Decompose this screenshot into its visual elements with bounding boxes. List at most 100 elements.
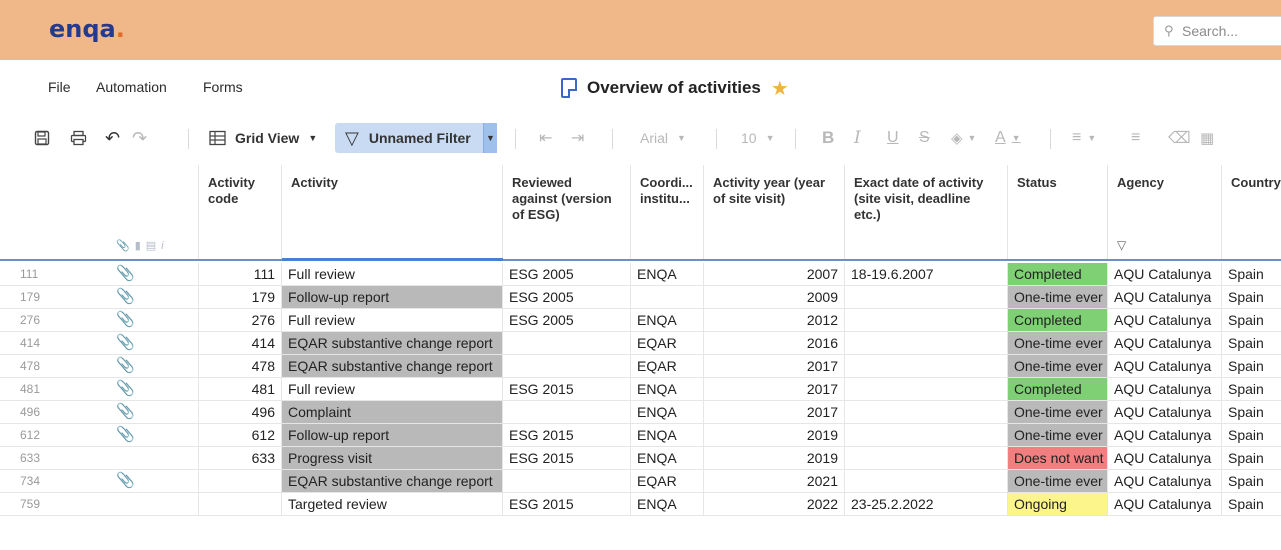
paperclip-icon[interactable]: 📎 xyxy=(114,334,135,351)
clear-format-icon[interactable]: ⌫ xyxy=(1168,120,1191,156)
attachment-cell[interactable]: 📎 xyxy=(110,424,199,446)
cell-activity-code[interactable]: 633 xyxy=(199,447,282,469)
row-number[interactable]: 276 xyxy=(0,309,110,331)
cell-status[interactable]: One-time ever xyxy=(1008,286,1108,308)
cell-country[interactable]: Spain xyxy=(1222,447,1281,469)
attachment-cell[interactable]: 📎 xyxy=(110,378,199,400)
cell-activity-year[interactable]: 2017 xyxy=(704,378,845,400)
cell-coordinating[interactable]: ENQA xyxy=(631,447,704,469)
indent-icon[interactable]: ⇥ xyxy=(571,120,584,156)
favorite-star-icon[interactable]: ★ xyxy=(771,76,789,101)
cell-reviewed[interactable]: ESG 2015 xyxy=(503,378,631,400)
cell-activity-year[interactable]: 2017 xyxy=(704,355,845,377)
cell-exact-date[interactable] xyxy=(845,309,1008,331)
paperclip-icon[interactable]: 📎 xyxy=(114,472,135,489)
cell-country[interactable]: Spain xyxy=(1222,263,1281,285)
table-row[interactable]: 179 📎 179 Follow-up report ESG 2005 2009 One-t… xyxy=(0,286,1281,309)
cell-country[interactable]: Spain xyxy=(1222,493,1281,515)
cell-country[interactable]: Spain xyxy=(1222,401,1281,423)
wrap-text-icon[interactable]: ≡ xyxy=(1131,120,1140,156)
paperclip-icon[interactable]: 📎 xyxy=(114,288,135,305)
attachment-cell[interactable]: 📎 xyxy=(110,309,199,331)
cell-exact-date[interactable] xyxy=(845,470,1008,492)
cell-exact-date[interactable] xyxy=(845,424,1008,446)
cell-exact-date[interactable] xyxy=(845,332,1008,354)
cell-coordinating[interactable]: EQAR xyxy=(631,470,704,492)
text-color-icon[interactable]: A ▼ xyxy=(995,120,1021,156)
row-number[interactable]: 414 xyxy=(0,332,110,354)
cell-exact-date[interactable]: 18-19.6.2007 xyxy=(845,263,1008,285)
cell-reviewed[interactable] xyxy=(503,401,631,423)
table-row[interactable]: 496 📎 496 Complaint ENQA 2017 One-time ever AQU… xyxy=(0,401,1281,424)
cell-status[interactable]: One-time ever xyxy=(1008,424,1108,446)
underline-icon[interactable]: U xyxy=(887,120,899,156)
cell-coordinating[interactable]: ENQA xyxy=(631,493,704,515)
font-size-select[interactable]: 10 ▼ xyxy=(741,120,775,156)
cell-activity[interactable]: Follow-up report xyxy=(282,286,503,308)
paperclip-icon[interactable]: 📎 xyxy=(114,357,135,374)
paperclip-icon[interactable]: 📎 xyxy=(114,265,135,282)
row-number[interactable]: 496 xyxy=(0,401,110,423)
cell-activity[interactable]: EQAR substantive change report xyxy=(282,332,503,354)
cell-activity[interactable]: Complaint xyxy=(282,401,503,423)
table-row[interactable]: 481 📎 481 Full review ESG 2015 ENQA 2017 Comple… xyxy=(0,378,1281,401)
cell-coordinating[interactable]: ENQA xyxy=(631,263,704,285)
attachment-cell[interactable]: 📎 xyxy=(110,332,199,354)
col-header-coordinating[interactable]: Coordi... institu... xyxy=(631,165,704,259)
cell-agency[interactable]: AQU Catalunya xyxy=(1108,401,1222,423)
cell-activity[interactable]: Follow-up report xyxy=(282,424,503,446)
cell-activity[interactable]: Full review xyxy=(282,378,503,400)
row-number[interactable]: 633 xyxy=(0,447,110,469)
cell-coordinating[interactable]: EQAR xyxy=(631,332,704,354)
cell-reviewed[interactable]: ESG 2005 xyxy=(503,286,631,308)
col-header-activity-code[interactable]: Activity code xyxy=(199,165,282,259)
cell-exact-date[interactable] xyxy=(845,401,1008,423)
cell-activity-code[interactable] xyxy=(199,493,282,515)
col-header-country[interactable]: Country xyxy=(1222,165,1281,259)
cell-activity-year[interactable]: 2009 xyxy=(704,286,845,308)
cell-activity-year[interactable]: 2022 xyxy=(704,493,845,515)
cell-agency[interactable]: AQU Catalunya xyxy=(1108,470,1222,492)
cell-coordinating[interactable]: ENQA xyxy=(631,378,704,400)
search-input[interactable]: ⚲ Search... xyxy=(1153,16,1281,46)
cell-country[interactable]: Spain xyxy=(1222,378,1281,400)
row-number[interactable]: 179 xyxy=(0,286,110,308)
cell-status[interactable]: One-time ever xyxy=(1008,401,1108,423)
cell-activity[interactable]: Progress visit xyxy=(282,447,503,469)
cell-agency[interactable]: AQU Catalunya xyxy=(1108,263,1222,285)
cell-agency[interactable]: AQU Catalunya xyxy=(1108,309,1222,331)
format-painter-icon[interactable]: ▦ xyxy=(1200,120,1214,156)
cell-activity[interactable]: Full review xyxy=(282,263,503,285)
cell-reviewed[interactable] xyxy=(503,355,631,377)
cell-status[interactable]: Completed xyxy=(1008,378,1108,400)
col-header-status[interactable]: Status xyxy=(1008,165,1108,259)
cell-activity[interactable]: EQAR substantive change report xyxy=(282,355,503,377)
cell-activity-code[interactable]: 414 xyxy=(199,332,282,354)
cell-status[interactable]: One-time ever xyxy=(1008,470,1108,492)
filter-dropdown-arrow[interactable]: ▼ xyxy=(483,123,497,153)
italic-icon[interactable]: I xyxy=(854,120,861,156)
cell-activity[interactable]: Full review xyxy=(282,309,503,331)
row-number[interactable]: 478 xyxy=(0,355,110,377)
outdent-icon[interactable]: ⇤ xyxy=(539,120,552,156)
col-header-activity-year[interactable]: Activity year (year of site visit) xyxy=(704,165,845,259)
table-row[interactable]: 759 Targeted review ESG 2015 ENQA 2022 23-25.… xyxy=(0,493,1281,516)
attachment-cell[interactable]: 📎 xyxy=(110,355,199,377)
cell-status[interactable]: One-time ever xyxy=(1008,332,1108,354)
cell-activity-code[interactable]: 478 xyxy=(199,355,282,377)
col-header-reviewed[interactable]: Reviewed against (version of ESG) xyxy=(503,165,631,259)
cell-status[interactable]: Completed xyxy=(1008,263,1108,285)
bold-icon[interactable]: B xyxy=(822,120,834,156)
print-icon[interactable] xyxy=(70,120,87,156)
cell-country[interactable]: Spain xyxy=(1222,355,1281,377)
row-number[interactable]: 612 xyxy=(0,424,110,446)
cell-coordinating[interactable]: ENQA xyxy=(631,424,704,446)
row-number[interactable]: 111 xyxy=(0,263,110,285)
cell-status[interactable]: Ongoing xyxy=(1008,493,1108,515)
cell-coordinating[interactable]: ENQA xyxy=(631,309,704,331)
cell-activity-year[interactable]: 2016 xyxy=(704,332,845,354)
table-row[interactable]: 111 📎 111 Full review ESG 2005 ENQA 2007 18-19.… xyxy=(0,263,1281,286)
table-row[interactable]: 612 📎 612 Follow-up report ESG 2015 ENQA 2019 O… xyxy=(0,424,1281,447)
attachment-cell[interactable] xyxy=(110,447,199,469)
row-number[interactable]: 759 xyxy=(0,493,110,515)
